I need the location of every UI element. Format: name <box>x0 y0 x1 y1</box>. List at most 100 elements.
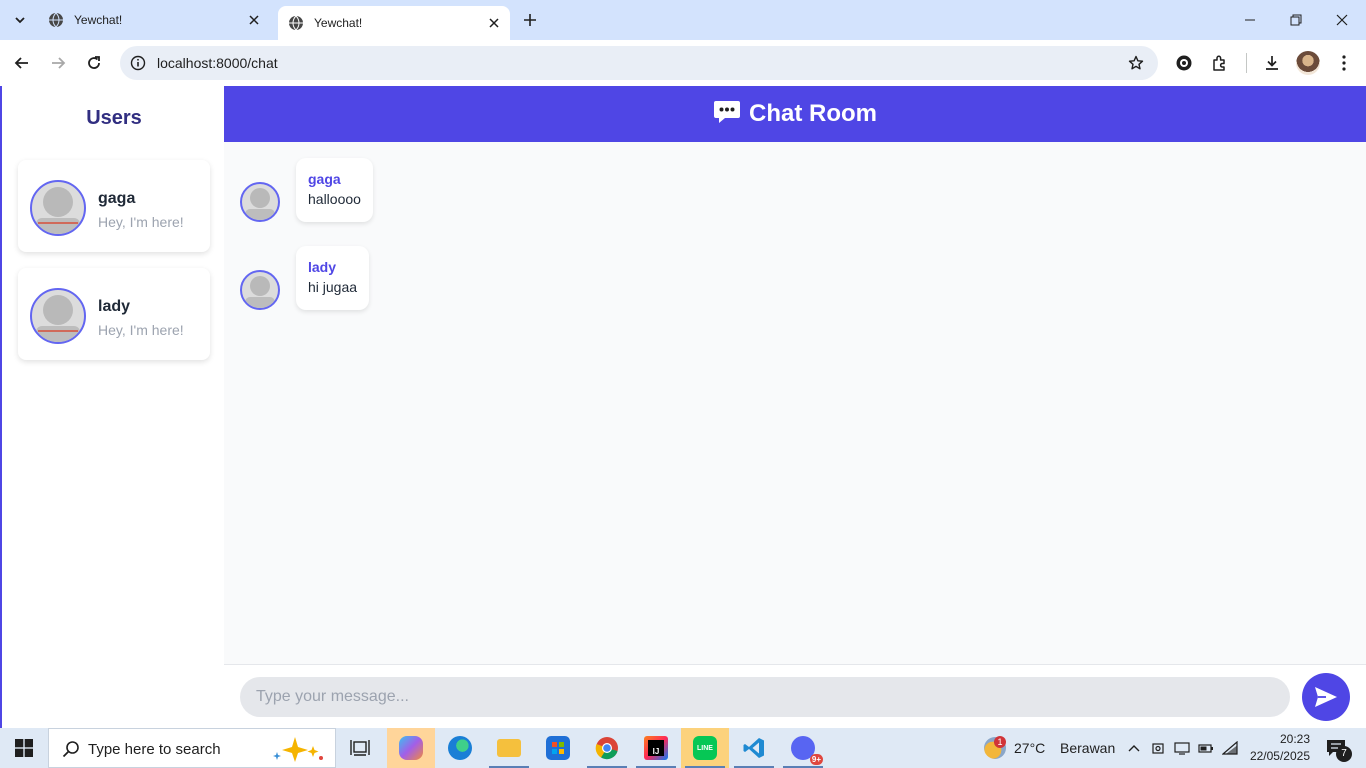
browser-tab[interactable]: Yewchat! <box>38 0 270 40</box>
extensions-button[interactable] <box>1206 49 1234 77</box>
chat-room-title: Chat Room <box>749 100 877 127</box>
vscode-app[interactable] <box>730 728 778 768</box>
close-window-button[interactable] <box>1322 6 1362 34</box>
search-icon <box>61 739 81 759</box>
copilot-icon <box>399 736 423 760</box>
tab-title: Yewchat! <box>314 16 363 30</box>
message-input[interactable] <box>240 677 1290 717</box>
plus-icon <box>524 14 536 26</box>
forward-button[interactable] <box>44 49 72 77</box>
discord-app[interactable]: 9+ <box>779 728 827 768</box>
task-view-button[interactable] <box>336 728 384 768</box>
avatar <box>30 180 86 236</box>
address-bar[interactable]: localhost:8000/chat <box>120 46 1158 80</box>
more-vertical-icon <box>1342 55 1346 71</box>
close-tab-icon[interactable] <box>244 10 264 30</box>
new-tab-button[interactable] <box>518 8 542 32</box>
show-hidden-icons-button[interactable] <box>1124 738 1144 758</box>
bookmark-star-icon[interactable] <box>1126 53 1146 73</box>
reload-button[interactable] <box>80 49 108 77</box>
arrow-left-icon <box>14 57 28 69</box>
browser-menu-button[interactable] <box>1330 49 1358 77</box>
store-icon <box>546 736 570 760</box>
downloads-button[interactable] <box>1258 49 1286 77</box>
avatar <box>240 270 280 310</box>
browser-tab-active[interactable]: Yewchat! <box>278 6 510 40</box>
reload-icon <box>88 56 100 69</box>
extension-circle-button[interactable] <box>1170 49 1198 77</box>
send-button[interactable] <box>1302 673 1350 721</box>
tab-title: Yewchat! <box>74 13 123 27</box>
clock-time: 20:23 <box>1279 732 1310 746</box>
back-button[interactable] <box>8 49 36 77</box>
unread-badge: 9+ <box>809 754 823 765</box>
display-tray-icon[interactable] <box>1172 738 1192 758</box>
chrome-icon <box>595 737 618 760</box>
weather-badge: 1 <box>994 736 1006 748</box>
folder-icon <box>497 739 521 757</box>
globe-icon <box>288 15 304 31</box>
target-icon <box>1176 55 1192 71</box>
site-info-icon[interactable] <box>128 53 148 73</box>
avatar <box>30 288 86 344</box>
line-icon: LINE <box>693 736 717 760</box>
chevron-up-icon <box>1128 745 1140 752</box>
chat-app-page: Users gaga Hey, I'm here! lady Hey, I'm … <box>0 86 1366 728</box>
user-status: Hey, I'm here! <box>98 214 184 230</box>
wifi-tray-icon[interactable] <box>1220 738 1240 758</box>
weather-widget[interactable]: 1 27°C Berawan <box>980 728 1116 768</box>
start-button[interactable] <box>0 728 48 768</box>
task-view-icon <box>350 740 370 756</box>
arrow-right-icon <box>52 57 66 69</box>
windows-logo-icon <box>15 739 33 757</box>
send-icon <box>1315 687 1337 707</box>
clock-date: 22/05/2025 <box>1249 749 1310 763</box>
intellij-app[interactable]: IJ <box>632 728 680 768</box>
profile-avatar[interactable] <box>1296 51 1320 75</box>
chrome-app[interactable] <box>583 728 631 768</box>
minimize-icon <box>1245 19 1255 21</box>
windows-taskbar: Type here to search IJ LINE 9+ 1 27°C Be… <box>0 728 1366 768</box>
restore-button[interactable] <box>1276 6 1316 34</box>
user-name: gaga <box>98 190 136 207</box>
message-bubble: gaga halloooo <box>296 158 373 222</box>
edge-icon <box>448 736 472 760</box>
users-sidebar: Users gaga Hey, I'm here! lady Hey, I'm … <box>0 86 224 728</box>
restore-icon <box>1290 14 1302 26</box>
copilot-app[interactable] <box>387 728 435 768</box>
taskbar-search-placeholder: Type here to search <box>88 741 221 758</box>
url-text[interactable]: localhost:8000/chat <box>157 55 278 71</box>
taskbar-clock[interactable]: 20:23 22/05/2025 <box>1244 731 1310 765</box>
close-tab-icon[interactable] <box>484 13 504 33</box>
message-sender: lady <box>308 259 337 275</box>
microsoft-store-app[interactable] <box>534 728 582 768</box>
intellij-icon: IJ <box>644 736 668 760</box>
avatar <box>240 182 280 222</box>
minimize-button[interactable] <box>1230 6 1270 34</box>
taskbar-search[interactable]: Type here to search <box>48 728 336 768</box>
camera-tray-icon[interactable] <box>1148 738 1168 758</box>
battery-tray-icon[interactable] <box>1196 738 1216 758</box>
user-card[interactable]: gaga Hey, I'm here! <box>18 160 210 252</box>
file-explorer-app[interactable] <box>485 728 533 768</box>
message-sender: gaga <box>308 171 341 187</box>
message-composer <box>224 664 1366 728</box>
chevron-down-icon <box>15 17 25 24</box>
toolbar-separator <box>1246 53 1247 73</box>
message-bubble: lady hi jugaa <box>296 246 370 310</box>
notification-center-button[interactable]: 7 <box>1322 736 1352 762</box>
tab-search-button[interactable] <box>6 7 34 33</box>
user-status: Hey, I'm here! <box>98 322 184 338</box>
message-text: halloooo <box>308 191 361 207</box>
edge-app[interactable] <box>436 728 484 768</box>
line-app[interactable]: LINE <box>681 728 729 768</box>
weather-condition: Berawan <box>1060 740 1116 756</box>
chat-panel: Chat Room gaga halloooo lady hi jugaa <box>224 86 1366 728</box>
download-icon <box>1266 56 1278 70</box>
user-card[interactable]: lady Hey, I'm here! <box>18 268 210 360</box>
browser-toolbar: localhost:8000/chat <box>0 40 1366 86</box>
message-text: hi jugaa <box>308 279 358 295</box>
globe-icon <box>48 12 64 28</box>
puzzle-icon <box>1213 55 1225 71</box>
vscode-icon <box>743 738 764 758</box>
